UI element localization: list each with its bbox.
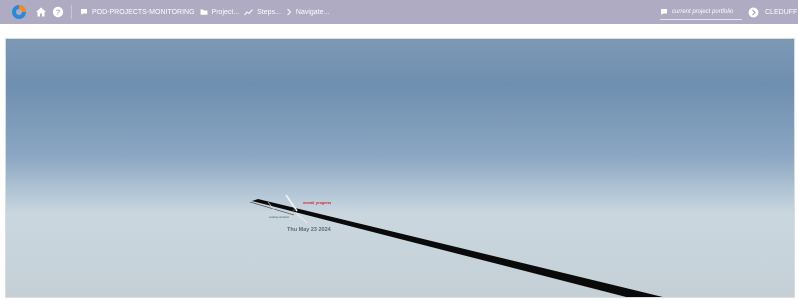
- chat-icon: [660, 8, 668, 16]
- date-label: Thu May 23 2024: [287, 227, 331, 233]
- timeline-beam: [252, 199, 663, 297]
- breadcrumb-label: POD-PROJECTS-MONITORING: [92, 8, 195, 16]
- breadcrumb-label: Project...: [211, 8, 240, 16]
- breadcrumb: POD-PROJECTS-MONITORING Project... Steps…: [80, 0, 329, 24]
- breadcrumb-item-project[interactable]: Project...: [200, 8, 240, 16]
- breadcrumb-item-project-monitoring[interactable]: POD-PROJECTS-MONITORING: [80, 8, 195, 16]
- breadcrumb-label: Navigate...: [295, 8, 330, 16]
- user-toggle-icon[interactable]: [748, 7, 759, 18]
- scaling-window-label: scaling window: [269, 215, 290, 219]
- top-bar: ? POD-PROJECTS-MONITORING Project... Ste…: [0, 0, 798, 24]
- 3d-scene-viewport[interactable]: overall_progress scaling window Thu May …: [5, 38, 795, 298]
- divider: [71, 5, 72, 19]
- app-logo-icon[interactable]: [11, 4, 27, 20]
- scene-canvas: [249, 194, 663, 297]
- chevron-right-icon: [286, 8, 292, 16]
- progress-dot: [292, 208, 296, 212]
- user-menu[interactable]: CLEDUFF: [748, 0, 797, 24]
- portfolio-selector[interactable]: current project portfolio: [660, 5, 742, 20]
- breadcrumb-label: Steps...: [257, 8, 281, 16]
- chat-icon: [80, 8, 88, 16]
- overall-progress-label: overall_progress: [303, 201, 332, 205]
- folder-icon: [200, 8, 208, 16]
- user-name: CLEDUFF: [765, 8, 798, 16]
- portfolio-label: current project portfolio: [672, 9, 734, 15]
- home-icon[interactable]: [35, 6, 47, 18]
- breadcrumb-item-steps[interactable]: Steps...: [244, 8, 281, 16]
- svg-text:?: ?: [56, 8, 61, 17]
- breadcrumb-item-navigate[interactable]: Navigate...: [286, 8, 329, 16]
- trend-icon: [244, 8, 254, 16]
- help-icon[interactable]: ?: [52, 6, 64, 18]
